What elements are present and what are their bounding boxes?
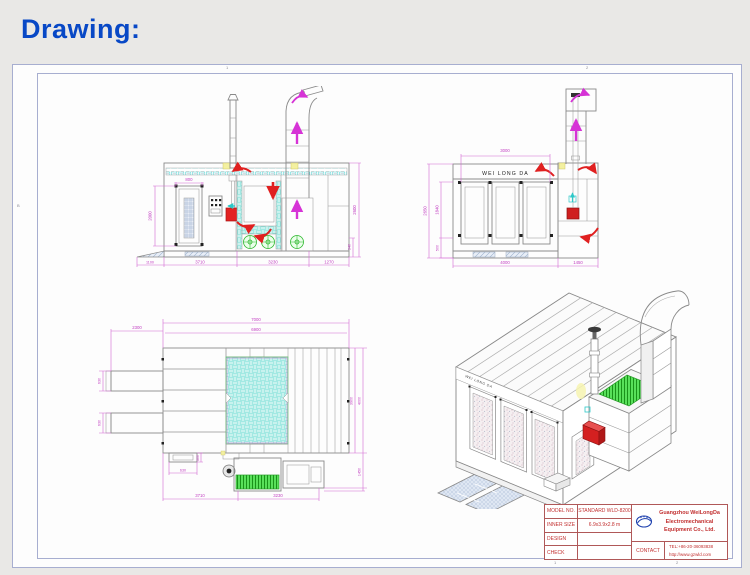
highlight-mark: [223, 163, 230, 169]
dim-label: 3000: [500, 148, 510, 153]
highlight-mark: [221, 451, 225, 455]
dim-label: 3710: [195, 260, 205, 265]
title-block-company-section: Guangzhou WeiLongDa Electromechanical Eq…: [632, 505, 727, 559]
dim-label: 630: [98, 378, 102, 384]
frame-mark: 1: [226, 66, 228, 70]
dim-label: 2650: [423, 206, 428, 216]
dim-label: 1100: [146, 261, 154, 265]
check-label: CHECK: [545, 546, 578, 559]
isometric-view: WEI LONG DA: [431, 279, 750, 509]
table-row: MODEL NO. STANDARD WLD-8200: [545, 505, 631, 519]
company-name-line2: Equipment Co., Ltd.: [664, 527, 715, 533]
contact-info: TEL:+86-20-36093838 http://www.gzwld.com: [665, 542, 727, 559]
dim-label: 3230: [268, 260, 278, 265]
front-elevation-view: WEI LONG DA: [421, 86, 646, 281]
burner-box: [567, 208, 579, 219]
spray-room: [237, 181, 281, 249]
dim-label: 1840: [435, 205, 440, 215]
title-block: MODEL NO. STANDARD WLD-8200 INNER SIZE 6…: [544, 504, 728, 560]
company-logo-icon: [635, 514, 653, 528]
dim-label: 500: [436, 245, 440, 251]
side-door: [175, 185, 204, 247]
dim-label: 4000: [500, 260, 510, 265]
dim-label: 1450: [573, 260, 583, 265]
design-value: [578, 533, 631, 546]
iso-exhaust-duct: [640, 291, 689, 403]
floor-grating: [226, 357, 288, 444]
entry-ramp: [137, 251, 164, 257]
dim-label: 1270: [324, 260, 334, 265]
side-booth-structure: [137, 163, 349, 257]
frame-mark: 1: [554, 561, 556, 565]
table-row: INNER SIZE 6.9x3.9x2.8 m: [545, 519, 631, 533]
front-doors: [458, 181, 553, 244]
model-no-label: MODEL NO.: [545, 505, 578, 518]
design-label: DESIGN: [545, 533, 578, 546]
dim-label: 2600: [352, 205, 357, 215]
highlight-mark: [291, 163, 298, 169]
highlight-mark: [559, 163, 565, 169]
table-row: DESIGN: [545, 533, 631, 547]
dim-label: 300: [196, 455, 200, 461]
dim-label: 3230: [273, 493, 283, 498]
contact-label: CONTACT: [632, 542, 665, 559]
dim-label: 4000: [358, 397, 362, 405]
plan-machinery: [169, 451, 324, 491]
side-elevation-view: 800 2000 2600 340 1100 3710 3230 1270: [129, 86, 374, 281]
dim-label: 6900: [251, 327, 261, 332]
inner-size-value: 6.9x3.9x2.8 m: [578, 519, 631, 532]
drawing-page: Drawing:: [0, 0, 750, 575]
heat-exchanger: [236, 475, 279, 489]
dim-label: 630: [180, 469, 186, 473]
table-row: CHECK: [545, 546, 631, 559]
contact-tel: TEL:+86-20-36093838: [669, 543, 727, 550]
dim-label: 800: [185, 177, 193, 182]
dim-label: 2000: [148, 211, 153, 221]
title-block-table: MODEL NO. STANDARD WLD-8200 INNER SIZE 6…: [545, 505, 632, 559]
dim-label: 340: [348, 244, 352, 250]
contact-row: CONTACT TEL:+86-20-36093838 http://www.g…: [632, 542, 727, 559]
contact-web: http://www.gzwld.com: [669, 551, 727, 558]
brand-label: WEI LONG DA: [482, 171, 529, 177]
dim-label: 1450: [358, 468, 362, 476]
dim-label: 3900: [350, 397, 354, 405]
company-name-line1: Guangzhou WeiLongDa Electromechanical: [659, 510, 720, 525]
company-cell: Guangzhou WeiLongDa Electromechanical Eq…: [632, 505, 727, 542]
plan-booth: [162, 348, 350, 453]
highlight-mark: [576, 383, 586, 399]
check-value: [578, 546, 631, 559]
dim-label: 2300: [132, 325, 142, 330]
inner-size-label: INNER SIZE: [545, 519, 578, 532]
page-title: Drawing:: [21, 14, 141, 45]
frame-mark: 2: [586, 66, 588, 70]
dim-label: 630: [98, 420, 102, 426]
drawing-sheet: 1 2 B 1 2: [12, 64, 742, 568]
dim-label: 7000: [251, 317, 261, 322]
front-exhaust-stack: [566, 89, 596, 208]
frame-mark: B: [17, 204, 20, 208]
plan-ramps: [106, 371, 163, 433]
plan-view: 2300 7000 6900 630 630 3900 4000 1450 37…: [89, 301, 399, 521]
model-no-value: STANDARD WLD-8200: [578, 505, 631, 518]
control-panel: [209, 196, 222, 216]
dim-label: 3710: [195, 493, 205, 498]
frame-mark: 2: [676, 561, 678, 565]
fan-icon: [244, 236, 304, 249]
